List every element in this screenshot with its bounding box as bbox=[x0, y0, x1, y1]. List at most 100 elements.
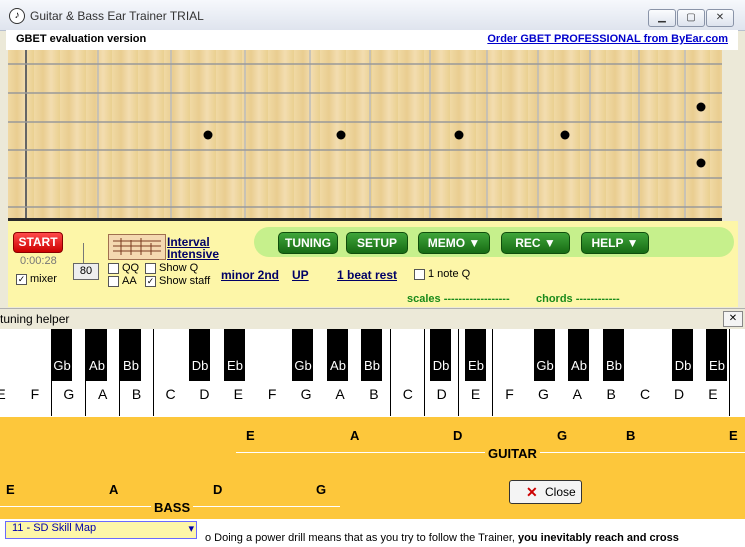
bass-label: BASS bbox=[151, 500, 194, 515]
piano-black-key[interactable]: Bb bbox=[603, 329, 624, 381]
setup-button[interactable]: SETUP bbox=[346, 232, 408, 254]
qq-checkbox[interactable]: QQ bbox=[108, 262, 139, 274]
chevron-down-icon: ▼ bbox=[626, 236, 639, 250]
piano-keyboard[interactable]: E F G A B C D E F G A B C D E F G A B C D E Gb Ab Bb Db Eb Gb Ab Bb Db… bbox=[0, 329, 745, 418]
timer: 0:00:28 bbox=[20, 255, 57, 267]
rec-button[interactable]: REC ▼ bbox=[501, 232, 570, 254]
guitar-string-note[interactable]: D bbox=[453, 428, 462, 443]
exercise-name-2[interactable]: Intensive bbox=[167, 247, 219, 261]
piano-key-label: Bb bbox=[364, 358, 380, 373]
piano-black-key[interactable]: Bb bbox=[361, 329, 382, 381]
guitar-string-note[interactable]: B bbox=[626, 428, 635, 443]
piano-white-key[interactable]: F bbox=[255, 329, 290, 416]
piano-key-label: Db bbox=[191, 358, 209, 373]
bass-string-note[interactable]: D bbox=[213, 482, 222, 497]
piano-black-key[interactable]: Db bbox=[189, 329, 210, 381]
piano-key-label: Bb bbox=[123, 358, 139, 373]
chevron-down-icon: ▾ bbox=[188, 523, 194, 535]
piano-key-label: Eb bbox=[227, 358, 243, 373]
piano-white-key[interactable]: E bbox=[0, 329, 19, 416]
piano-black-key[interactable]: Db bbox=[430, 329, 451, 381]
piano-key-label: Db bbox=[674, 358, 692, 373]
guitar-string-note[interactable]: A bbox=[350, 428, 359, 443]
tuning-button[interactable]: TUNING bbox=[278, 232, 338, 254]
piano-black-key[interactable]: Gb bbox=[292, 329, 313, 381]
piano-black-key[interactable]: Ab bbox=[568, 329, 589, 381]
scales-label: scales ------------------ bbox=[407, 293, 510, 305]
memo-label: MEMO bbox=[427, 236, 466, 250]
piano-key-label: A bbox=[572, 386, 582, 402]
piano-key-label: Ab bbox=[330, 358, 346, 373]
direction-link[interactable]: UP bbox=[292, 268, 309, 282]
bass-string-note[interactable]: A bbox=[109, 482, 118, 497]
piano-key-label: F bbox=[505, 386, 514, 402]
show-staff-checkbox[interactable]: ✓ Show staff bbox=[145, 275, 210, 287]
fretboard-gutter bbox=[722, 50, 738, 221]
chevron-down-icon: ▼ bbox=[468, 236, 481, 250]
piano-white-key[interactable]: F bbox=[492, 329, 527, 416]
piano-key-label: C bbox=[165, 386, 176, 402]
minimize-button[interactable]: ▁ bbox=[648, 9, 676, 27]
piano-black-key[interactable]: Eb bbox=[465, 329, 486, 381]
piano-key-label: Gb bbox=[53, 358, 71, 373]
close-window-button[interactable]: ✕ bbox=[706, 9, 734, 27]
guitar-string-note[interactable]: E bbox=[729, 428, 738, 443]
help-button[interactable]: HELP ▼ bbox=[581, 232, 649, 254]
piano-black-key[interactable]: Eb bbox=[224, 329, 245, 381]
close-icon[interactable]: ✕ bbox=[723, 311, 743, 327]
piano-key-label: Ab bbox=[571, 358, 587, 373]
tuning-helper-titlebar: tuning helper bbox=[0, 308, 745, 329]
start-button[interactable]: START bbox=[13, 232, 63, 253]
status-message-plain: o Doing a power drill means that as you … bbox=[205, 532, 519, 544]
window-title: Guitar & Bass Ear Trainer TRIAL bbox=[30, 9, 204, 23]
piano-black-key[interactable]: Ab bbox=[327, 329, 348, 381]
guitar-label: GUITAR bbox=[485, 446, 540, 461]
music-note-icon: ♪ bbox=[9, 8, 25, 24]
chords-label: chords ------------ bbox=[536, 293, 620, 305]
piano-white-key[interactable]: C bbox=[390, 329, 426, 416]
evaluation-label: GBET evaluation version bbox=[16, 33, 147, 45]
piano-white-key[interactable]: C bbox=[628, 329, 663, 416]
guitar-string-note[interactable]: G bbox=[557, 428, 567, 443]
tuning-helper-title: tuning helper bbox=[0, 312, 70, 326]
piano-black-key[interactable]: Db bbox=[672, 329, 693, 381]
status-message: o Doing a power drill means that as you … bbox=[205, 532, 679, 544]
piano-key-label: D bbox=[436, 386, 447, 402]
piano-key-label: B bbox=[369, 386, 379, 402]
piano-black-key[interactable]: Bb bbox=[120, 329, 141, 381]
tempo-box[interactable]: 80 bbox=[73, 263, 99, 280]
guitar-string-note[interactable]: E bbox=[246, 428, 255, 443]
show-q-checkbox[interactable]: Show Q bbox=[145, 262, 198, 274]
piano-key-label: G bbox=[537, 386, 549, 402]
rec-label: REC bbox=[515, 236, 541, 250]
piano-black-key[interactable]: Gb bbox=[51, 329, 72, 381]
rest-link[interactable]: 1 beat rest bbox=[337, 268, 397, 282]
piano-black-key[interactable]: Ab bbox=[86, 329, 107, 381]
qq-label: QQ bbox=[122, 262, 140, 274]
piano-key-label: Ab bbox=[89, 358, 105, 373]
one-note-q-checkbox[interactable]: 1 note Q bbox=[414, 268, 470, 280]
skill-map-select[interactable]: 11 - SD Skill Map ▾ bbox=[5, 521, 197, 539]
bass-string-note[interactable]: G bbox=[316, 482, 326, 497]
skill-map-value: 11 - SD Skill Map bbox=[12, 522, 97, 534]
piano-black-key[interactable]: Eb bbox=[706, 329, 727, 381]
close-button[interactable]: ✕ Close bbox=[509, 480, 582, 504]
maximize-button[interactable]: ▢ bbox=[677, 9, 705, 27]
piano-key-label: B bbox=[606, 386, 616, 402]
piano-key-label: E bbox=[233, 386, 243, 402]
mixer-checkbox[interactable]: ✓ mixer bbox=[16, 273, 57, 285]
order-link[interactable]: Order GBET PROFESSIONAL from ByEar.com bbox=[487, 33, 728, 45]
interval-link[interactable]: minor 2nd bbox=[221, 268, 279, 282]
chevron-down-icon: ▼ bbox=[543, 236, 556, 250]
piano-key-label: A bbox=[335, 386, 345, 402]
aa-checkbox[interactable]: AA bbox=[108, 275, 137, 287]
help-label: HELP bbox=[591, 236, 624, 250]
fret-inlay-dot bbox=[560, 130, 570, 140]
piano-black-key[interactable]: Gb bbox=[534, 329, 555, 381]
instrument-panel: GUITAR BASS E A D G B E E A D G bbox=[0, 417, 745, 519]
memo-button[interactable]: MEMO ▼ bbox=[418, 232, 490, 254]
staff-icon bbox=[108, 234, 166, 260]
piano-white-key[interactable]: C bbox=[153, 329, 188, 416]
aa-label: AA bbox=[122, 275, 137, 287]
bass-string-note[interactable]: E bbox=[6, 482, 15, 497]
